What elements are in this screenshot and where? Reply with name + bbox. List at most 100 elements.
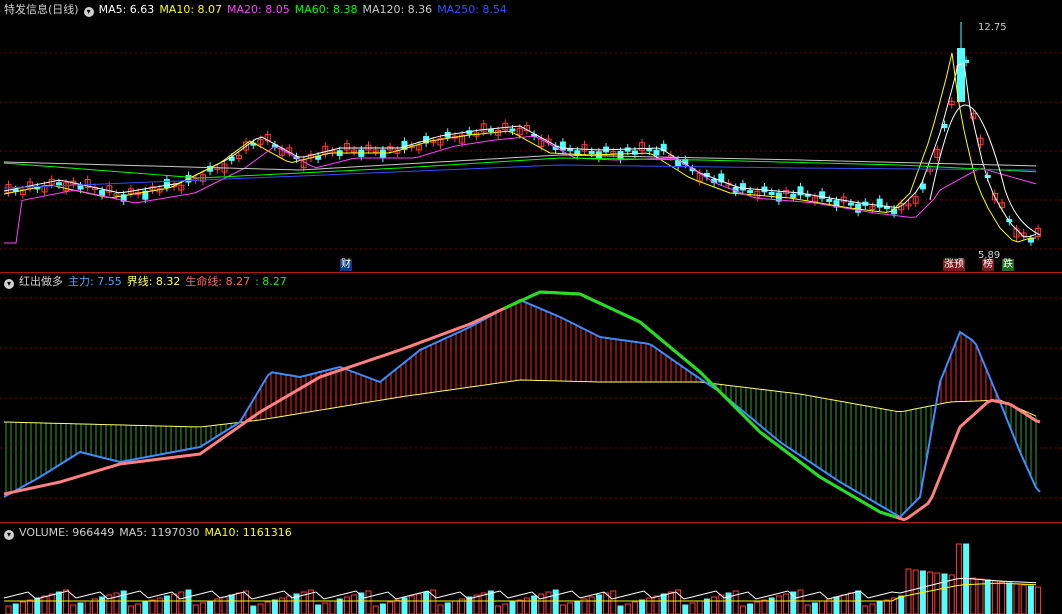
indicator-panel[interactable]: ▾ 红出做多 主力: 7.55 界线: 8.32 生命线: 8.27: 8.27: [0, 272, 1062, 522]
volume-bar: [235, 592, 242, 614]
volume-bar: [351, 594, 358, 614]
volume-bar: [495, 605, 502, 614]
volume-bar: [228, 594, 235, 614]
zhangyu-badge[interactable]: 涨预: [943, 259, 965, 271]
candle: [588, 150, 595, 154]
volume-bar: [315, 604, 322, 614]
volume-bar: [207, 600, 214, 614]
volume-bar: [833, 596, 840, 614]
volume-bar: [711, 596, 718, 614]
volume-bar: [811, 602, 818, 614]
volume-bar: [927, 571, 934, 614]
indicator-chart[interactable]: [0, 272, 1062, 522]
die-badge[interactable]: 跌: [1002, 259, 1014, 271]
volume-bar: [192, 604, 199, 614]
volume-bar: [343, 596, 350, 614]
volume-bar: [768, 597, 775, 614]
volume-bar: [415, 593, 422, 614]
volume-bar: [754, 601, 761, 614]
volume-bar: [70, 604, 77, 614]
volume-bar: [1027, 585, 1034, 614]
ma120-line: [3, 154, 1037, 171]
volume-bar: [984, 579, 991, 614]
volume-bar: [1035, 586, 1042, 614]
volume-bar: [783, 593, 790, 614]
shengmingxian-line: [3, 290, 1041, 522]
volume-bar: [473, 594, 480, 614]
volume-bar: [898, 595, 905, 614]
candle: [653, 149, 660, 156]
candle: [919, 183, 926, 190]
volume-bar: [1006, 582, 1013, 614]
volume-bar: [423, 591, 430, 614]
volume-bar: [531, 595, 538, 614]
volume-bar: [264, 601, 271, 614]
volume-bar: [538, 593, 545, 614]
volume-bar: [5, 605, 12, 614]
volume-bar: [199, 602, 206, 614]
finance-badge[interactable]: 财: [340, 259, 352, 271]
volume-bar: [660, 593, 667, 614]
volume-bar: [912, 569, 919, 614]
volume-bar: [739, 605, 746, 614]
volume-bar: [545, 591, 552, 614]
candle: [487, 129, 494, 133]
volume-bar: [869, 603, 876, 614]
volume-bar: [862, 605, 869, 614]
volume-bar: [271, 599, 278, 614]
volume-bar: [221, 596, 228, 614]
volume-bar: [876, 601, 883, 614]
candle: [941, 123, 948, 129]
volume-bar: [149, 599, 156, 614]
volume-bar: [365, 590, 372, 614]
volume-bar: [84, 600, 91, 614]
volume-bar: [639, 599, 646, 614]
volume-chart[interactable]: [0, 523, 1062, 614]
candle: [826, 198, 833, 202]
candle: [747, 190, 754, 194]
volume-bar: [142, 601, 149, 614]
volume-bar: [127, 605, 134, 614]
volume-bar: [387, 601, 394, 614]
volume-bar: [883, 599, 890, 614]
volume-bar: [444, 602, 451, 614]
volume-bar: [19, 601, 26, 614]
volume-bar: [747, 603, 754, 614]
volume-panel[interactable]: ▾ VOLUME: 966449 MA5: 1197030 MA10: 1161316: [0, 523, 1062, 614]
ma5-line: [3, 62, 1037, 238]
volume-bar: [646, 597, 653, 614]
ma250-line: [3, 164, 1037, 189]
volume-bar: [991, 580, 998, 614]
volume-bar: [567, 602, 574, 614]
candle: [739, 183, 746, 191]
volume-bar: [603, 592, 610, 614]
volume-bar: [761, 599, 768, 614]
volume-bar: [437, 604, 444, 614]
candle: [99, 190, 106, 196]
volume-bar: [610, 590, 617, 614]
volume-bar: [696, 600, 703, 614]
candlestick-chart[interactable]: [0, 0, 1062, 272]
volume-bar: [41, 595, 48, 614]
volume-bar: [819, 600, 826, 614]
candle: [55, 182, 62, 186]
volume-bar: [804, 604, 811, 614]
volume-bar: [624, 603, 631, 614]
volume-bar: [1020, 584, 1027, 614]
volume-bar: [797, 589, 804, 614]
candle: [984, 175, 991, 178]
volume-bar: [63, 589, 70, 614]
volume-bar: [523, 597, 530, 614]
price-panel[interactable]: 特发信息(日线) ▾ MA5: 6.63 MA10: 8.07 MA20: 8.05 MA…: [0, 0, 1062, 272]
candle: [509, 128, 516, 132]
volume-bar: [502, 603, 509, 614]
volume-bar: [55, 591, 62, 614]
volume-bar: [48, 593, 55, 614]
volume-bar: [163, 595, 170, 614]
volume-bar: [171, 593, 178, 614]
volume-bar: [552, 589, 559, 614]
life-green-segment: [503, 290, 897, 519]
volume-bar: [185, 589, 192, 614]
bang-badge[interactable]: 榜: [982, 259, 994, 271]
volume-bar: [34, 597, 41, 614]
